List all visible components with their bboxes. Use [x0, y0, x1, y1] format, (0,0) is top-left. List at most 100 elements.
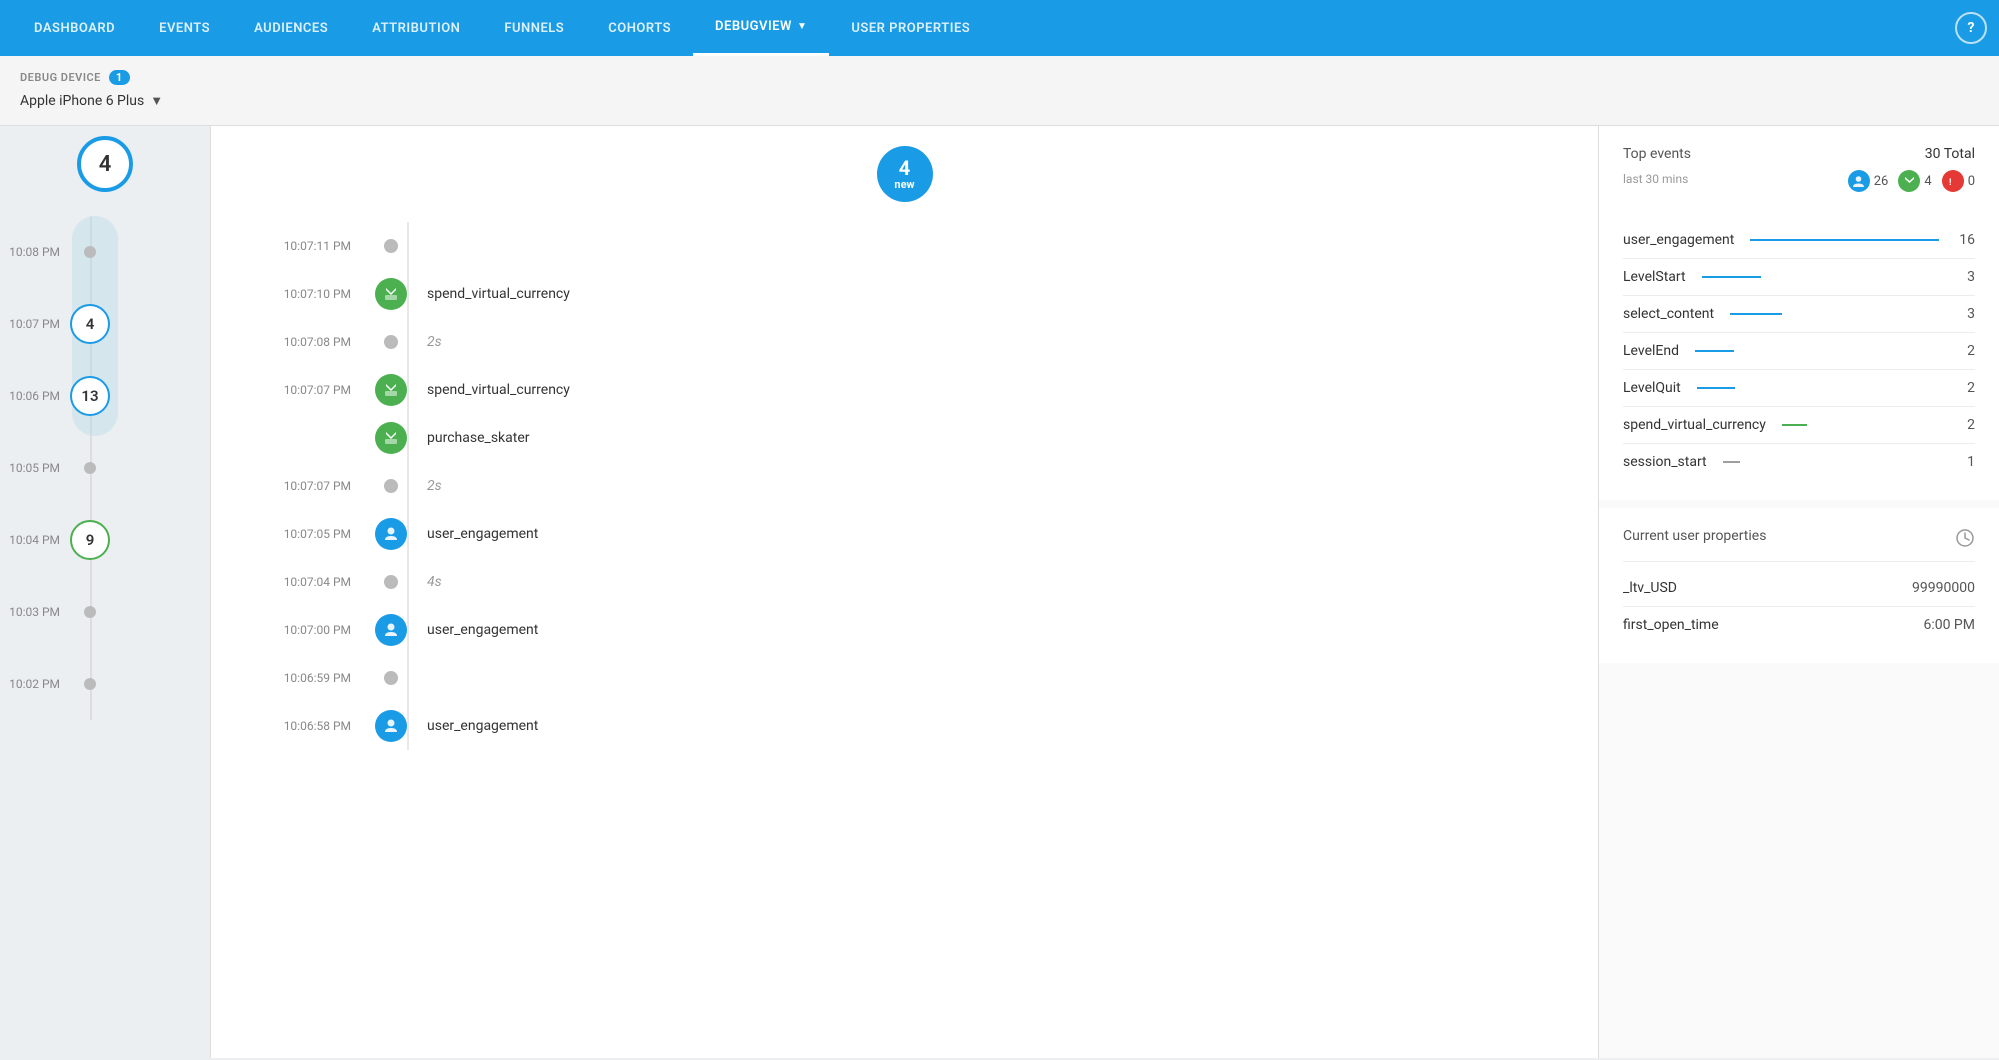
event-icon-area [371, 671, 411, 685]
timeline-dot-area [70, 462, 110, 474]
top-navigation: DASHBOARD EVENTS AUDIENCES ATTRIBUTION F… [0, 0, 1999, 56]
event-list-item[interactable]: LevelStart 3 [1623, 259, 1975, 295]
timeline-row-1004[interactable]: 10:04 PM 9 [0, 504, 210, 576]
event-name: spend_virtual_currency [427, 382, 1558, 398]
count-green: 4 [1924, 174, 1931, 189]
event-icon-green [375, 374, 407, 406]
event-row[interactable]: 10:07:00 PM user_engagement [211, 606, 1598, 654]
event-list-item[interactable]: select_content 3 [1623, 296, 1975, 332]
event-list-bar [1782, 424, 1807, 426]
user-properties-title: Current user properties [1623, 528, 1766, 544]
event-list-bar-container [1730, 313, 1939, 315]
user-prop-row[interactable]: _ltv_USD 99990000 [1623, 570, 1975, 606]
help-button[interactable]: ? [1955, 12, 1987, 44]
timeline-circle-9[interactable]: 9 [70, 520, 110, 560]
timeline-entries: 10:08 PM 10:07 PM 4 10:06 PM 13 [0, 216, 210, 720]
timeline-dot [84, 462, 96, 474]
nav-events[interactable]: EVENTS [137, 0, 232, 56]
nav-funnels[interactable]: FUNNELS [482, 0, 586, 56]
count-chip-red: ! 0 [1942, 170, 1975, 192]
event-row: 10:06:59 PM [211, 654, 1598, 702]
timeline-time: 10:05 PM [0, 461, 70, 475]
nav-dashboard[interactable]: DASHBOARD [12, 0, 137, 56]
event-row[interactable]: purchase_skater [211, 414, 1598, 462]
user-properties-header: Current user properties [1623, 528, 1975, 553]
event-time: 10:07:08 PM [251, 335, 371, 349]
event-list-item[interactable]: LevelEnd 2 [1623, 333, 1975, 369]
top-events-total: 30 Total [1925, 146, 1975, 162]
event-icon-gray [384, 335, 398, 349]
user-prop-key: _ltv_USD [1623, 580, 1677, 596]
event-row[interactable]: 10:07:05 PM user_engagement [211, 510, 1598, 558]
top-events-title: Top events [1623, 146, 1691, 162]
event-time: 10:07:05 PM [251, 527, 371, 541]
event-timeline: 4 new 10:07:11 PM 10:07:10 P [211, 126, 1598, 770]
chip-icon-green [1898, 170, 1920, 192]
timeline-time: 10:08 PM [0, 245, 70, 259]
event-icon-area [371, 374, 411, 406]
timeline-row-1005: 10:05 PM [0, 432, 210, 504]
event-icon-gray [384, 575, 398, 589]
event-name: user_engagement [427, 718, 1558, 734]
timeline-dot-area [70, 606, 110, 618]
event-list-count: 2 [1955, 380, 1975, 396]
new-badge-label: new [894, 178, 914, 191]
timeline-circle-13[interactable]: 13 [70, 376, 110, 416]
event-list-count: 1 [1955, 454, 1975, 470]
device-name: Apple iPhone 6 Plus [20, 93, 144, 109]
event-icon-area [371, 335, 411, 349]
timeline-time: 10:06 PM [0, 389, 70, 403]
event-gap-label: 2s [427, 334, 1558, 350]
nav-debugview[interactable]: DEBUGVIEW ▼ [693, 0, 829, 56]
event-list-item[interactable]: session_start 1 [1623, 444, 1975, 480]
event-list-bar-container [1750, 239, 1939, 241]
event-list-item[interactable]: spend_virtual_currency 2 [1623, 407, 1975, 443]
event-list-count: 2 [1955, 343, 1975, 359]
timeline-sidebar: 4 10:08 PM 10:07 PM 4 10 [0, 126, 210, 1058]
nav-attribution[interactable]: ATTRIBUTION [350, 0, 482, 56]
history-icon[interactable] [1955, 528, 1975, 553]
event-icon-area [371, 239, 411, 253]
event-name: spend_virtual_currency [427, 286, 1558, 302]
event-list-name: LevelStart [1623, 269, 1686, 285]
debugview-dropdown-arrow: ▼ [797, 21, 807, 32]
event-list-bar [1697, 387, 1736, 389]
user-prop-key: first_open_time [1623, 617, 1719, 633]
event-time: 10:07:00 PM [251, 623, 371, 637]
event-row[interactable]: 10:07:10 PM spend_virtual_currency [211, 270, 1598, 318]
event-list-count: 3 [1955, 269, 1975, 285]
top-events-header: Top events 30 Total [1623, 146, 1975, 162]
nav-cohorts[interactable]: COHORTS [586, 0, 693, 56]
event-list-name: select_content [1623, 306, 1714, 322]
event-icon-area [371, 518, 411, 550]
event-gap-label: 2s [427, 478, 1558, 494]
chip-icon-blue [1848, 170, 1870, 192]
timeline-dot [84, 606, 96, 618]
event-list-name: LevelEnd [1623, 343, 1679, 359]
user-prop-row[interactable]: first_open_time 6:00 PM [1623, 607, 1975, 643]
event-list-bar-container [1702, 276, 1939, 278]
event-list-name: spend_virtual_currency [1623, 417, 1766, 433]
timeline-circle-4[interactable]: 4 [70, 304, 110, 344]
timeline-dot [84, 246, 96, 258]
device-selector[interactable]: Apple iPhone 6 Plus ▼ [20, 93, 1979, 109]
event-icon-green [375, 278, 407, 310]
event-gap-label: 4s [427, 574, 1558, 590]
event-row[interactable]: 10:06:58 PM user_engagement [211, 702, 1598, 750]
timeline-time: 10:02 PM [0, 677, 70, 691]
event-row[interactable]: 10:07:07 PM spend_virtual_currency [211, 366, 1598, 414]
event-row-gap: 10:07:04 PM 4s [211, 558, 1598, 606]
event-list-item[interactable]: LevelQuit 2 [1623, 370, 1975, 406]
event-icon-gray [384, 479, 398, 493]
nav-audiences[interactable]: AUDIENCES [232, 0, 350, 56]
event-icon-area [371, 710, 411, 742]
timeline-dot-area: 9 [70, 520, 110, 560]
event-list-bar [1702, 276, 1761, 278]
nav-user-properties[interactable]: USER PROPERTIES [829, 0, 992, 56]
user-prop-val: 6:00 PM [1923, 617, 1975, 633]
timeline-row-1002: 10:02 PM [0, 648, 210, 720]
event-list-item[interactable]: user_engagement 16 [1623, 222, 1975, 258]
event-icon-area [371, 479, 411, 493]
event-list-count: 16 [1955, 232, 1975, 248]
event-icon-blue [375, 614, 407, 646]
